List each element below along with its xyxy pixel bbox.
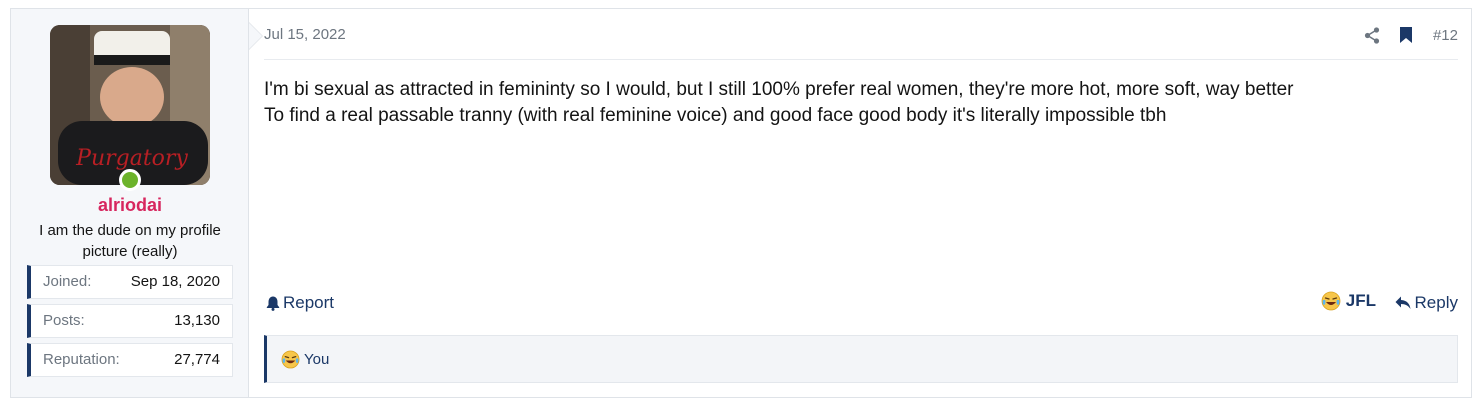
- post-date[interactable]: Jul 15, 2022: [264, 26, 346, 43]
- post-body-line: I'm bi sexual as attracted in femininty …: [264, 79, 1294, 100]
- avatar-image: Purgatory: [50, 25, 210, 185]
- user-title: I am the dude on my profile picture (rea…: [39, 222, 221, 260]
- stat-value: 27,774: [174, 351, 220, 368]
- stat-label: Reputation:: [43, 351, 120, 368]
- bell-icon: [266, 296, 280, 311]
- sidebar-pointer: [249, 23, 262, 49]
- reply-arrow-icon: [1395, 296, 1411, 309]
- user-sidebar: Purgatory alriodai I am the dude on my p…: [11, 9, 249, 397]
- username-link[interactable]: alriodai: [11, 195, 249, 216]
- crying-laughing-emoji-icon: [1321, 291, 1341, 311]
- svg-text:Purgatory: Purgatory: [75, 146, 188, 171]
- share-icon[interactable]: [1363, 26, 1381, 44]
- reactions-summary[interactable]: You: [264, 335, 1458, 383]
- stat-label: Joined:: [43, 273, 92, 290]
- report-label: Report: [283, 293, 335, 312]
- post-main: Jul 15, 2022 #12 I'm bi sexual as attrac…: [264, 9, 1458, 397]
- reaction-label: JFL: [1345, 291, 1376, 310]
- stat-value[interactable]: 13,130: [174, 305, 220, 337]
- post-footer: Report JFL Reply: [264, 291, 1458, 317]
- stat-label: Posts:: [43, 312, 85, 329]
- header-divider: [264, 59, 1458, 60]
- forum-post: Purgatory alriodai I am the dude on my p…: [10, 8, 1472, 398]
- reply-label: Reply: [1414, 293, 1458, 312]
- reacted-by-text[interactable]: You: [304, 351, 329, 368]
- stat-joined: Joined: Sep 18, 2020: [27, 265, 233, 299]
- post-header-actions: #12: [1363, 23, 1458, 47]
- reaction-jfl-button[interactable]: JFL: [1321, 291, 1376, 311]
- bookmark-icon[interactable]: [1399, 26, 1413, 44]
- reply-button[interactable]: Reply: [1395, 293, 1458, 313]
- stat-posts: Posts: 13,130: [27, 304, 233, 338]
- crying-laughing-emoji-icon: [281, 350, 300, 368]
- post-body-line: To find a real passable tranny (with rea…: [264, 105, 1167, 126]
- post-body: I'm bi sexual as attracted in femininty …: [264, 77, 1444, 129]
- stat-value: Sep 18, 2020: [130, 273, 220, 290]
- avatar[interactable]: Purgatory: [50, 25, 210, 185]
- online-status-indicator: [119, 169, 141, 191]
- post-number-link[interactable]: #12: [1433, 27, 1458, 44]
- report-button[interactable]: Report: [266, 293, 334, 313]
- stat-reputation: Reputation: 27,774: [27, 343, 233, 377]
